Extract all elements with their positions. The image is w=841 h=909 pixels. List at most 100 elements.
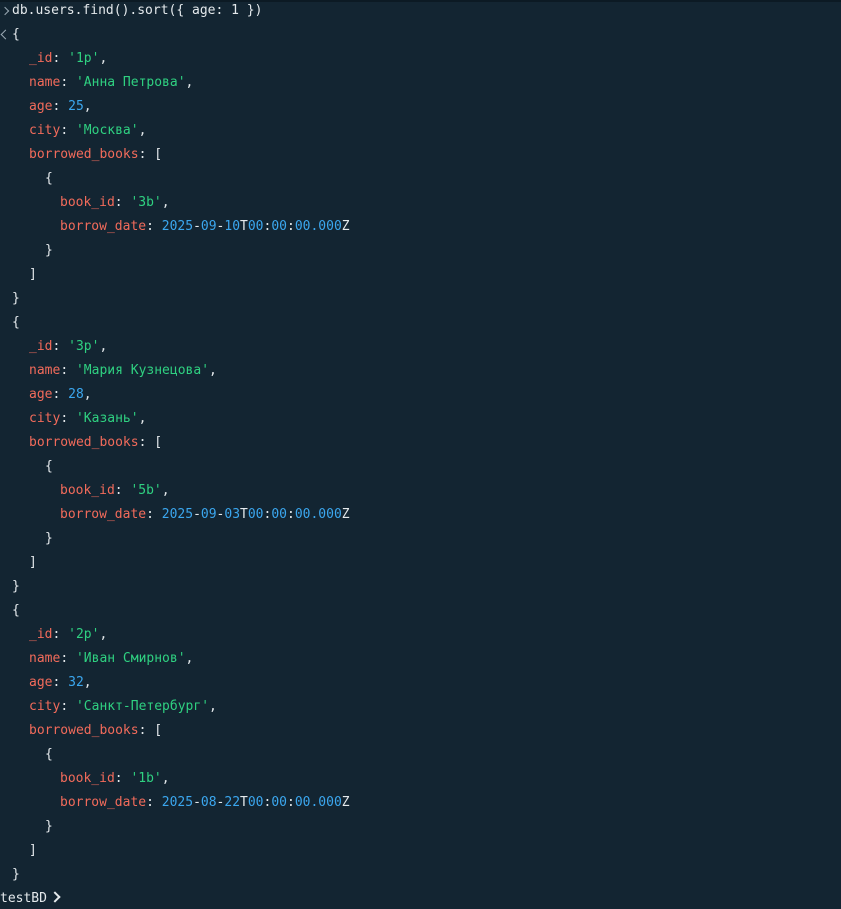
field-key: borrowed_books: [29, 435, 139, 450]
field-name: name: 'Мария Кузнецова',: [29, 363, 217, 378]
date-minute: 00: [271, 507, 287, 522]
field-key: city: [29, 411, 61, 426]
field-key: name: [29, 651, 61, 666]
book-close-brace: }: [45, 819, 53, 834]
field-value: '1b': [130, 771, 162, 786]
date-month: 09: [200, 507, 217, 522]
field-borrowed-books: borrowed_books: [: [29, 435, 163, 450]
field-age: age: 25,: [29, 99, 92, 114]
doc-open-brace: {: [12, 315, 20, 330]
date-z: Z: [341, 795, 350, 810]
field-key: name: [29, 75, 61, 90]
date-z: Z: [341, 507, 350, 522]
date-sep: -: [193, 795, 201, 810]
field-key: _id: [29, 627, 53, 642]
date-t: T: [240, 795, 248, 810]
books-close-bracket: ]: [29, 843, 37, 858]
field-value: '3b': [130, 195, 162, 210]
doc-open-brace: {: [12, 603, 20, 618]
field-name: name: 'Иван Смирнов',: [29, 651, 194, 666]
field-key: _id: [29, 51, 53, 66]
date-colon: :: [287, 795, 295, 810]
date-day: 22: [224, 795, 241, 810]
field-value: 32: [68, 675, 84, 690]
book-open-brace: {: [45, 459, 53, 474]
field-key: book_id: [60, 195, 115, 210]
field-book-id: book_id: '3b',: [60, 195, 170, 210]
books-close-bracket: ]: [29, 555, 37, 570]
field-key: age: [29, 675, 53, 690]
field-borrow-date: borrow_date: 2025-08-22T00:00:00.000Z: [60, 795, 350, 810]
date-colon: :: [287, 507, 295, 522]
field-value: '3p': [68, 339, 100, 354]
field-key: city: [29, 123, 61, 138]
date-day: 03: [224, 507, 241, 522]
field-value: 'Анна Петрова': [75, 75, 186, 90]
date-colon: :: [287, 219, 295, 234]
date-month: 08: [200, 795, 217, 810]
field-city: city: 'Казань',: [29, 411, 147, 426]
field-value: 'Мария Кузнецова': [75, 363, 210, 378]
book-close-brace: }: [45, 531, 53, 546]
field-key: _id: [29, 339, 53, 354]
field-borrow-date: borrow_date: 2025-09-10T00:00:00.000Z: [60, 219, 350, 234]
field-borrowed-books: borrowed_books: [: [29, 147, 163, 162]
date-year: 2025: [161, 795, 194, 810]
field-age: age: 28,: [29, 387, 92, 402]
field-value: 28: [68, 387, 84, 402]
shell-prompt[interactable]: testBD: [0, 889, 61, 909]
field-value: 'Иван Смирнов': [75, 651, 186, 666]
field-key: age: [29, 387, 53, 402]
date-year: 2025: [161, 219, 194, 234]
date-hour: 00: [247, 219, 264, 234]
mongosh-terminal: db.users.find().sort({ age: 1 }) { _id: '…: [0, 0, 841, 906]
field-key: name: [29, 363, 61, 378]
date-hour: 00: [247, 507, 264, 522]
doc-open-brace: {: [12, 27, 20, 42]
field-key: book_id: [60, 771, 115, 786]
field-key: book_id: [60, 483, 115, 498]
date-sep: -: [193, 507, 201, 522]
doc-close-brace: }: [12, 291, 20, 306]
date-day: 10: [224, 219, 241, 234]
field-borrow-date: borrow_date: 2025-09-03T00:00:00.000Z: [60, 507, 350, 522]
date-z: Z: [341, 219, 350, 234]
date-sep: -: [193, 219, 201, 234]
field-id: _id: '2p',: [29, 627, 108, 642]
field-key: borrow_date: [60, 795, 147, 810]
field-book-id: book_id: '5b',: [60, 483, 170, 498]
field-value: 'Казань': [75, 411, 139, 426]
field-value: 'Санкт-Петербург': [75, 699, 210, 714]
doc-close-brace: }: [12, 579, 20, 594]
date-minute: 00: [271, 795, 287, 810]
doc-close-brace: }: [12, 867, 20, 882]
date-second: 00.000: [294, 219, 342, 234]
date-minute: 00: [271, 219, 287, 234]
date-second: 00.000: [294, 507, 342, 522]
field-age: age: 32,: [29, 675, 92, 690]
field-key: borrow_date: [60, 507, 147, 522]
field-id: _id: '3p',: [29, 339, 108, 354]
command-line[interactable]: db.users.find().sort({ age: 1 }): [12, 1, 262, 21]
field-value: '1p': [68, 51, 100, 66]
field-value: '5b': [130, 483, 162, 498]
book-close-brace: }: [45, 243, 53, 258]
book-open-brace: {: [45, 171, 53, 186]
field-id: _id: '1p',: [29, 51, 108, 66]
date-hour: 00: [247, 795, 264, 810]
field-key: age: [29, 99, 53, 114]
field-book-id: book_id: '1b',: [60, 771, 170, 786]
date-second: 00.000: [294, 795, 342, 810]
field-borrowed-books: borrowed_books: [: [29, 723, 163, 738]
field-key: borrow_date: [60, 219, 147, 234]
command-text: db.users.find().sort({ age: 1 }): [12, 3, 263, 18]
book-open-brace: {: [45, 747, 53, 762]
field-key: city: [29, 699, 61, 714]
date-month: 09: [200, 219, 217, 234]
prompt-chevron-icon: [49, 891, 61, 903]
field-value: 25: [68, 99, 84, 114]
date-t: T: [240, 219, 248, 234]
field-key: borrowed_books: [29, 723, 139, 738]
date-year: 2025: [161, 507, 194, 522]
date-t: T: [240, 507, 248, 522]
